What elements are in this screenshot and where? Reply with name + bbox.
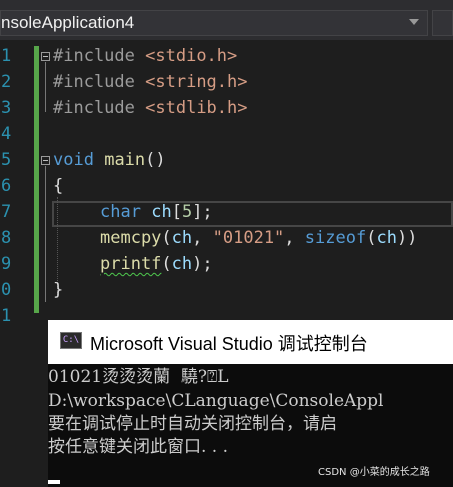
top-navigation-bar: nsoleApplication4 bbox=[0, 0, 453, 40]
code-line-open-brace: { bbox=[53, 176, 64, 196]
debug-console-window[interactable]: C:\ Microsoft Visual Studio 调试控制台 01021烫… bbox=[48, 320, 453, 487]
change-indicator-bar bbox=[34, 46, 39, 313]
code-line-close-brace: } bbox=[53, 280, 64, 300]
code-line-char-declaration: char ch[5]; bbox=[100, 202, 213, 222]
member-dropdown[interactable] bbox=[432, 10, 453, 36]
line-number: 0 bbox=[1, 280, 12, 300]
line-number: 2 bbox=[1, 72, 12, 92]
code-line-printf: printf(ch); bbox=[100, 254, 213, 274]
fold-guide bbox=[45, 166, 46, 302]
project-name: nsoleApplication4 bbox=[1, 13, 135, 32]
code-line-include-stdio: #include <stdio.h> bbox=[53, 46, 238, 66]
watermark: CSDN @小菜的成长之路 bbox=[318, 467, 430, 478]
code-line-memcpy: memcpy(ch, "01021", sizeof(ch)) bbox=[100, 228, 418, 248]
text-cursor bbox=[48, 480, 60, 484]
collapse-icon[interactable] bbox=[41, 156, 50, 165]
chevron-down-icon bbox=[409, 19, 419, 25]
console-app-icon: C:\ bbox=[60, 332, 82, 349]
console-titlebar[interactable]: C:\ Microsoft Visual Studio 调试控制台 bbox=[48, 320, 453, 364]
console-line: 01021烫烫烫蘭 驍?⍰L bbox=[48, 367, 229, 387]
line-number: 4 bbox=[1, 124, 12, 144]
code-line-main: void main() bbox=[53, 150, 166, 170]
line-number: 1 bbox=[1, 46, 12, 66]
code-line-include-string: #include <string.h> bbox=[53, 72, 248, 92]
line-number: 5 bbox=[1, 150, 12, 170]
project-dropdown[interactable]: nsoleApplication4 bbox=[0, 10, 428, 36]
line-number: 8 bbox=[1, 228, 12, 248]
line-number: 7 bbox=[1, 202, 12, 222]
line-number: 9 bbox=[1, 254, 12, 274]
console-line: D:\workspace\CLanguage\ConsoleAppl bbox=[48, 391, 384, 411]
line-number: 6 bbox=[1, 176, 12, 196]
console-title: Microsoft Visual Studio 调试控制台 bbox=[90, 334, 368, 354]
fold-guide bbox=[45, 62, 46, 112]
line-number: 1 bbox=[1, 306, 12, 326]
line-number: 3 bbox=[1, 98, 12, 118]
console-line: 按任意键关闭此窗口. . . bbox=[48, 437, 229, 457]
console-line: 要在调试停止时自动关闭控制台，请启 bbox=[48, 414, 337, 434]
code-line-include-stdlib: #include <stdlib.h> bbox=[53, 98, 248, 118]
collapse-icon[interactable] bbox=[41, 52, 50, 61]
